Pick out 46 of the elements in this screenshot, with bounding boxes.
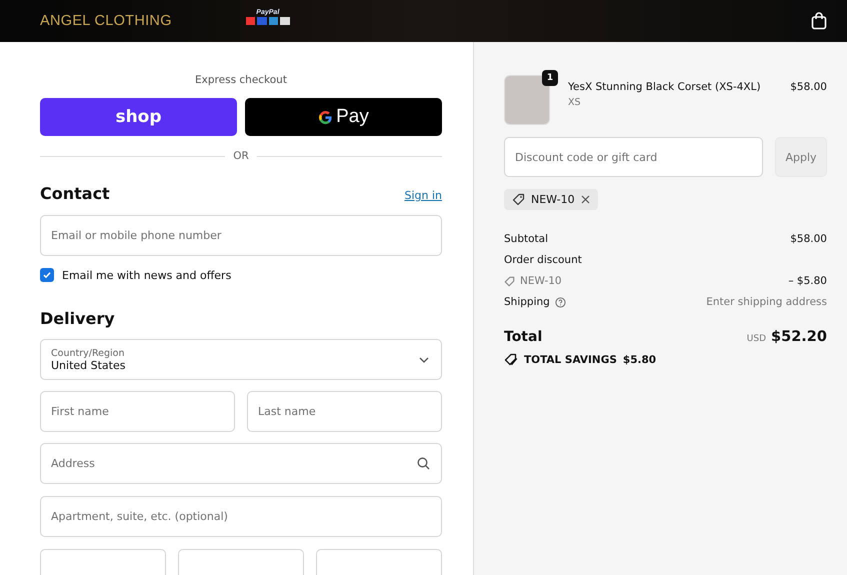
sign-in-link[interactable]: Sign in: [404, 189, 442, 202]
chevron-down-icon: [419, 357, 429, 363]
product-price: $58.00: [790, 81, 827, 95]
shipping-label: Shipping: [504, 296, 550, 308]
total-savings-value: $5.80: [622, 354, 656, 366]
google-g-icon: [318, 110, 334, 124]
total-value: $52.20: [771, 329, 827, 345]
product-variant: XS: [568, 97, 582, 108]
search-icon: [417, 457, 430, 470]
shop-pay-button[interactable]: shop: [40, 98, 237, 136]
first-name-input-field[interactable]: First name: [40, 391, 235, 432]
email-input-field[interactable]: Email or mobile phone number: [40, 215, 442, 256]
store-logo[interactable]: ANGEL CLOTHING: [40, 13, 172, 29]
product-name: YesX Stunning Black Corset (XS-4XL): [568, 81, 762, 93]
newsletter-label: Email me with news and offers: [62, 268, 232, 282]
shopping-bag-icon[interactable]: [811, 12, 827, 30]
newsletter-checkbox[interactable]: [40, 268, 54, 282]
discount-code-tag: NEW-10: [504, 189, 598, 210]
currency-label: USD: [746, 334, 766, 344]
google-pay-button[interactable]: Pay: [245, 98, 442, 136]
express-checkout-title: Express checkout: [194, 74, 288, 86]
last-name-input-field[interactable]: Last name: [247, 391, 442, 432]
tag-icon: [512, 193, 525, 206]
discount-value: – $5.80: [788, 275, 827, 287]
delivery-heading: Delivery: [40, 309, 116, 328]
subtotal-label: Subtotal: [504, 233, 548, 245]
remove-icon[interactable]: [580, 195, 590, 204]
apartment-input-field[interactable]: Apartment, suite, etc. (optional): [40, 496, 442, 537]
or-divider-label: OR: [233, 150, 249, 162]
order-discount-label: Order discount: [504, 254, 582, 266]
country-select[interactable]: Country/Region United States: [40, 339, 442, 380]
discount-code-label: NEW-10: [520, 275, 562, 287]
quantity-badge: 1: [542, 70, 558, 86]
checkmark-icon: [42, 270, 52, 280]
apply-button[interactable]: Apply: [775, 137, 827, 177]
contact-heading: Contact: [40, 184, 110, 203]
payment-cards-icon: [246, 17, 290, 25]
shipping-value: Enter shipping address: [706, 296, 827, 308]
total-savings-label: TOTAL SAVINGS: [524, 354, 617, 366]
discount-code-input-field[interactable]: Discount code or gift card: [504, 137, 763, 177]
subtotal-value: $58.00: [790, 233, 827, 245]
address-input-field[interactable]: Address: [40, 443, 442, 484]
tag-icon: [504, 276, 515, 286]
help-icon[interactable]: [554, 296, 566, 308]
total-label: Total: [504, 329, 542, 345]
tags-icon: [504, 353, 518, 366]
